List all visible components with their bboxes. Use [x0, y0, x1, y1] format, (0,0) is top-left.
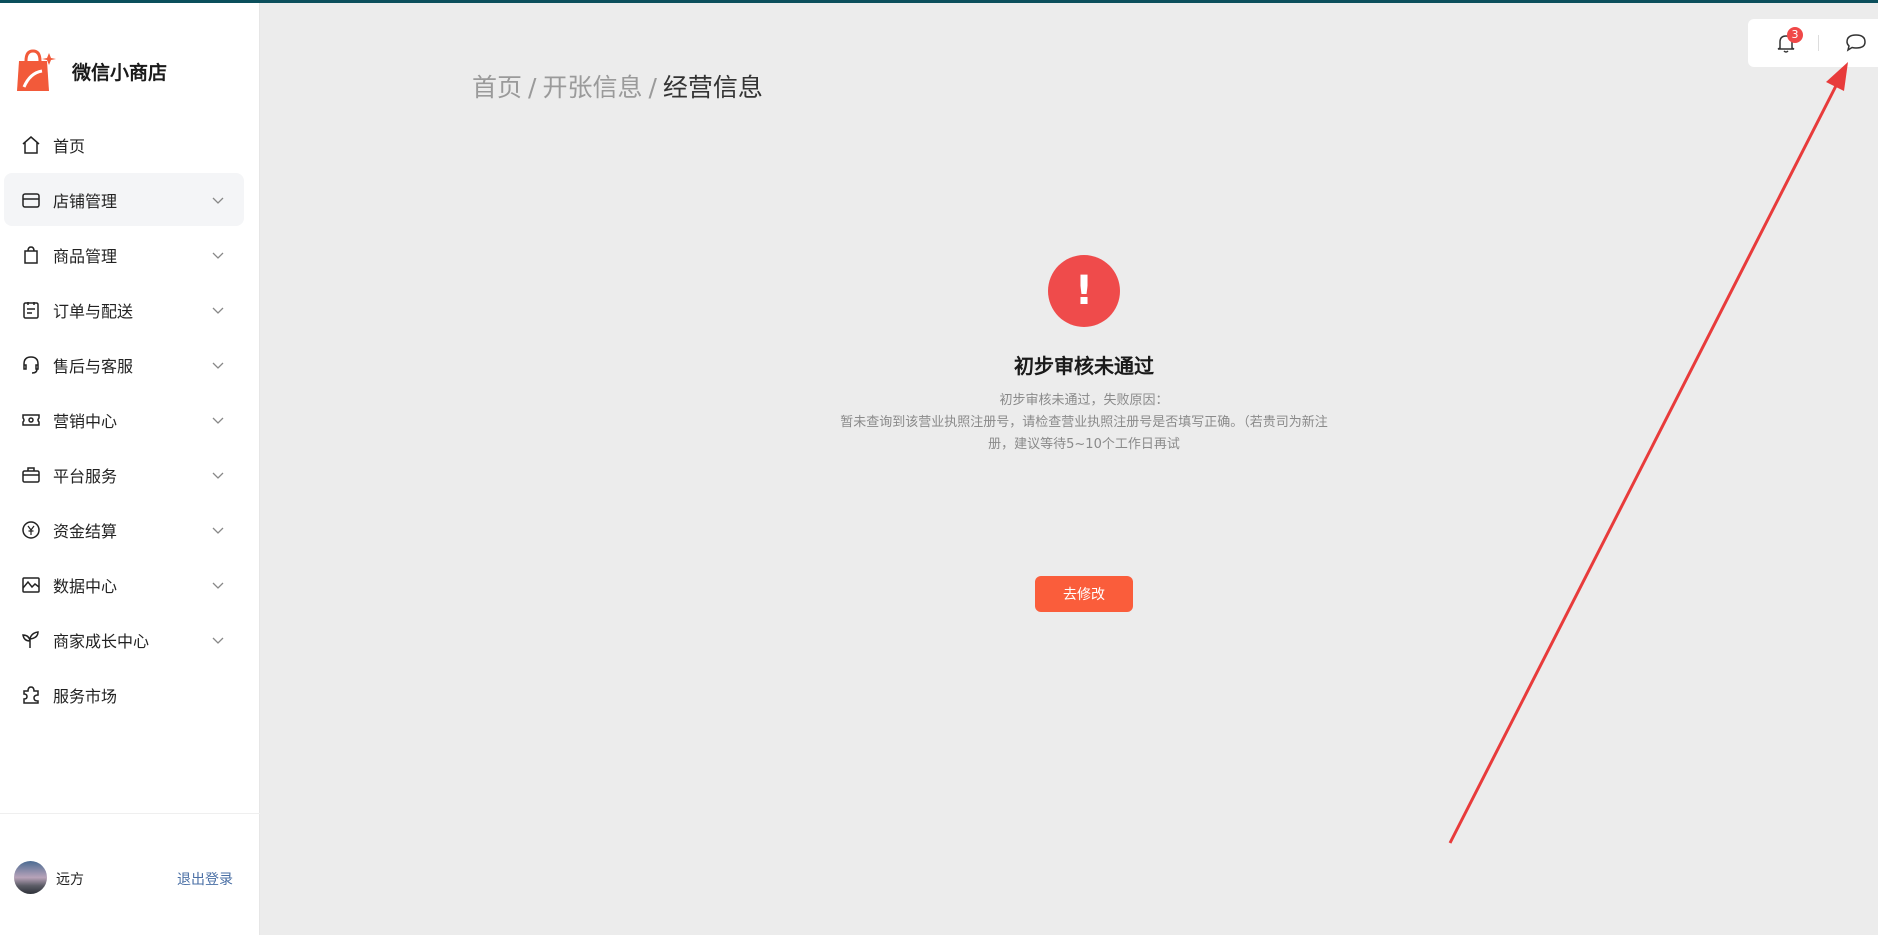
- sidebar: 微信小商店 首页 店铺管理 商品管理 订单与配送 售后与客服 营销中心 平台服务…: [0, 3, 260, 935]
- sidebar-footer: 远方 退出登录: [0, 813, 260, 935]
- chevron-down-icon: [210, 357, 226, 373]
- sidebar-item-platform-services[interactable]: 平台服务: [4, 448, 244, 501]
- top-actions-bar: 3: [1748, 19, 1878, 67]
- chevron-down-icon: [210, 192, 226, 208]
- status-description: 初步审核未通过，失败原因： 暂未查询到该营业执照注册号，请检查营业执照注册号是否…: [834, 390, 1334, 456]
- chat-bubble-icon[interactable]: [1844, 31, 1868, 55]
- sidebar-item-home[interactable]: 首页: [4, 118, 244, 171]
- notification-badge: 3: [1787, 27, 1803, 43]
- divider: [1818, 35, 1819, 51]
- sidebar-item-label: 店铺管理: [53, 191, 118, 211]
- username: 远方: [56, 872, 84, 888]
- sidebar-item-label: 首页: [53, 136, 86, 156]
- chevron-down-icon: [210, 412, 226, 428]
- yen-coin-icon: [20, 519, 42, 541]
- sidebar-item-orders-delivery[interactable]: 订单与配送: [4, 283, 244, 336]
- chevron-down-icon: [210, 247, 226, 263]
- ticket-icon: [20, 409, 42, 431]
- home-icon: [20, 134, 42, 156]
- sidebar-item-label: 数据中心: [53, 576, 118, 596]
- sidebar-item-data-center[interactable]: 数据中心: [4, 558, 244, 611]
- breadcrumb-separator: /: [648, 73, 657, 102]
- sidebar-item-label: 平台服务: [53, 466, 118, 486]
- sidebar-item-label: 营销中心: [53, 411, 118, 431]
- sidebar-menu: 首页 店铺管理 商品管理 订单与配送 售后与客服 营销中心 平台服务 资金结算 …: [4, 118, 244, 723]
- clipboard-icon: [20, 299, 42, 321]
- sidebar-item-label: 服务市场: [53, 686, 118, 706]
- error-icon: !: [1048, 255, 1120, 327]
- shopping-bag-icon: [20, 244, 42, 266]
- sidebar-item-service-market[interactable]: 服务市场: [4, 668, 244, 721]
- breadcrumb: 首页 / 开张信息 / 经营信息: [472, 68, 763, 104]
- breadcrumb-current: 经营信息: [662, 73, 763, 102]
- breadcrumb-parent[interactable]: 开张信息: [542, 73, 642, 102]
- failure-reason-text: 暂未查询到该营业执照注册号，请检查营业执照注册号是否填写正确。（若贵司为新注册，…: [840, 415, 1328, 452]
- sidebar-item-label: 订单与配送: [53, 301, 134, 321]
- briefcase-icon: [20, 464, 42, 486]
- sidebar-item-store-management[interactable]: 店铺管理: [4, 173, 244, 226]
- chevron-down-icon: [210, 467, 226, 483]
- sidebar-item-label: 商品管理: [53, 246, 118, 266]
- brand-name: 微信小商店: [72, 61, 168, 84]
- breadcrumb-separator: /: [528, 73, 537, 102]
- annotation-arrow: [1448, 62, 1848, 844]
- chevron-down-icon: [210, 302, 226, 318]
- sidebar-item-settlement[interactable]: 资金结算: [4, 503, 244, 556]
- chevron-down-icon: [210, 577, 226, 593]
- brand[interactable]: 微信小商店: [16, 49, 167, 93]
- failure-reason-label: 初步审核未通过，失败原因：: [999, 393, 1169, 408]
- sidebar-item-marketing[interactable]: 营销中心: [4, 393, 244, 446]
- status-title: 初步审核未通过: [1014, 354, 1154, 378]
- logout-link[interactable]: 退出登录: [177, 869, 233, 889]
- sidebar-item-label: 售后与客服: [53, 356, 134, 376]
- sidebar-item-label: 资金结算: [53, 521, 118, 541]
- top-accent-line: [0, 0, 1878, 3]
- breadcrumb-home[interactable]: 首页: [472, 73, 522, 102]
- chevron-down-icon: [210, 522, 226, 538]
- sidebar-item-label: 商家成长中心: [53, 631, 150, 651]
- headset-icon: [20, 354, 42, 376]
- store-icon: [20, 189, 42, 211]
- avatar[interactable]: [14, 861, 47, 894]
- shop-bag-logo-icon: [16, 49, 56, 93]
- puzzle-icon: [20, 684, 42, 706]
- sidebar-item-merchant-growth[interactable]: 商家成长中心: [4, 613, 244, 666]
- sidebar-item-after-sales[interactable]: 售后与客服: [4, 338, 244, 391]
- chevron-down-icon: [210, 632, 226, 648]
- fix-button[interactable]: 去修改: [1035, 576, 1133, 612]
- chart-icon: [20, 574, 42, 596]
- sidebar-item-product-management[interactable]: 商品管理: [4, 228, 244, 281]
- sprout-icon: [20, 629, 42, 651]
